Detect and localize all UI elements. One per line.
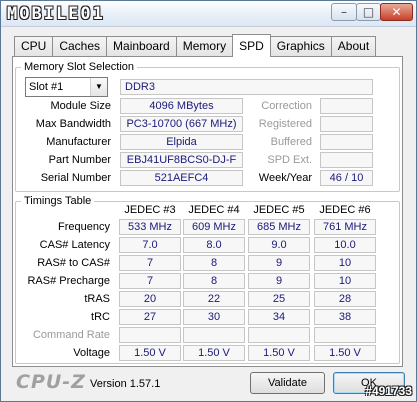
timing-cell: 30	[183, 309, 245, 325]
timings-column-header: JEDEC #3	[124, 204, 176, 216]
slot-side-value	[320, 152, 373, 168]
timing-cell: 27	[119, 309, 181, 325]
timing-cell: 38	[314, 309, 376, 325]
timing-cell: 1.50 V	[119, 345, 181, 361]
timing-row-label: tRAS	[84, 293, 110, 305]
tab-strip: CPU Caches Mainboard Memory SPD Graphics About	[14, 34, 377, 57]
timing-cell: 25	[248, 291, 310, 307]
slot-side-label: SPD Ext.	[267, 154, 312, 166]
watermark: #491733	[365, 384, 412, 398]
timings-column-header: JEDEC #4	[188, 204, 240, 216]
timing-row-label: RAS# Precharge	[27, 275, 110, 287]
tab-mainboard[interactable]: Mainboard	[106, 36, 177, 57]
validate-button[interactable]: Validate	[250, 372, 325, 394]
cpuz-window: MOBILE01 – □ ✕ CPU Caches Mainboard Memory S…	[0, 0, 417, 402]
timings-table-title: Timings Table	[24, 195, 92, 207]
slot-row-label: Module Size	[50, 100, 111, 112]
tab-graphics[interactable]: Graphics	[269, 36, 332, 57]
memory-type-field: DDR3	[120, 79, 373, 95]
timing-cell: 533 MHz	[119, 219, 181, 235]
slot-row-value: EBJ41UF8BCS0-DJ-F	[120, 152, 243, 168]
tab-cpu[interactable]: CPU	[14, 36, 54, 57]
timing-row-label: RAS# to CAS#	[37, 257, 110, 269]
timing-row-label: Command Rate	[32, 329, 110, 341]
slot-row-value: 521AEFC4	[120, 170, 243, 186]
timing-cell: 10	[314, 273, 376, 289]
timing-row-label: Frequency	[58, 221, 110, 233]
tab-spd[interactable]: SPD	[232, 34, 271, 57]
slot-side-label: Registered	[258, 118, 312, 130]
tab-about[interactable]: About	[330, 36, 377, 57]
close-button[interactable]: ✕	[380, 3, 413, 21]
timing-cell: 8	[183, 255, 245, 271]
timing-cell: 761 MHz	[314, 219, 376, 235]
timing-cell: 1.50 V	[314, 345, 376, 361]
timing-cell: 9	[248, 273, 310, 289]
timing-cell: 22	[183, 291, 245, 307]
maximize-button[interactable]: □	[356, 3, 381, 21]
mobile01-logo: MOBILE01	[7, 4, 105, 24]
timing-cell: 10	[314, 255, 376, 271]
slot-side-value	[320, 98, 373, 114]
memory-slot-group-title: Memory Slot Selection	[24, 61, 135, 73]
timing-cell	[248, 327, 310, 343]
chevron-down-icon[interactable]: ▼	[90, 78, 107, 96]
timing-cell: 685 MHz	[248, 219, 310, 235]
timing-cell: 20	[119, 291, 181, 307]
timing-cell	[183, 327, 245, 343]
slot-row-value: Elpida	[120, 134, 243, 150]
timing-row-label: CAS# Latency	[39, 239, 110, 251]
slot-side-value: 46 / 10	[320, 170, 373, 186]
spd-panel: Memory Slot Selection Slot #1 ▼ DDR3 Mod…	[12, 56, 403, 367]
slot-side-label: Week/Year	[258, 172, 312, 184]
timing-row-label: Voltage	[73, 347, 110, 359]
slot-row-label: Part Number	[48, 154, 111, 166]
slot-row-label: Manufacturer	[46, 136, 111, 148]
timing-cell: 9.0	[248, 237, 310, 253]
slot-side-value	[320, 116, 373, 132]
timing-cell: 8.0	[183, 237, 245, 253]
timing-cell: 28	[314, 291, 376, 307]
timing-cell: 9	[248, 255, 310, 271]
timing-cell: 609 MHz	[183, 219, 245, 235]
timing-cell: 1.50 V	[183, 345, 245, 361]
version-label: Version 1.57.1	[90, 378, 161, 390]
tab-caches[interactable]: Caches	[52, 36, 108, 57]
minimize-button[interactable]: –	[331, 3, 357, 21]
slot-side-value	[320, 134, 373, 150]
timing-row-label: tRC	[91, 311, 110, 323]
timing-cell: 10.0	[314, 237, 376, 253]
slot-row-label: Serial Number	[40, 172, 111, 184]
timings-column-header: JEDEC #6	[319, 204, 371, 216]
timings-column-header: JEDEC #5	[253, 204, 305, 216]
slot-side-label: Correction	[261, 100, 312, 112]
timing-cell: 7.0	[119, 237, 181, 253]
title-bar[interactable]: MOBILE01 – □ ✕	[1, 1, 416, 27]
slot-row-value: 4096 MBytes	[120, 98, 243, 114]
slot-row-value: PC3-10700 (667 MHz)	[120, 116, 243, 132]
slot-row-label: Max Bandwidth	[35, 118, 111, 130]
timing-cell: 7	[119, 273, 181, 289]
timing-cell: 1.50 V	[248, 345, 310, 361]
slot-select-value: Slot #1	[29, 81, 64, 93]
slot-side-label: Buffered	[270, 136, 312, 148]
cpuz-brand-logo: CPU-Z	[16, 371, 86, 393]
timing-cell	[119, 327, 181, 343]
timing-cell: 8	[183, 273, 245, 289]
timing-cell: 7	[119, 255, 181, 271]
tab-memory[interactable]: Memory	[175, 36, 234, 57]
timing-cell: 34	[248, 309, 310, 325]
timing-cell	[314, 327, 376, 343]
slot-select[interactable]: Slot #1 ▼	[25, 77, 108, 97]
